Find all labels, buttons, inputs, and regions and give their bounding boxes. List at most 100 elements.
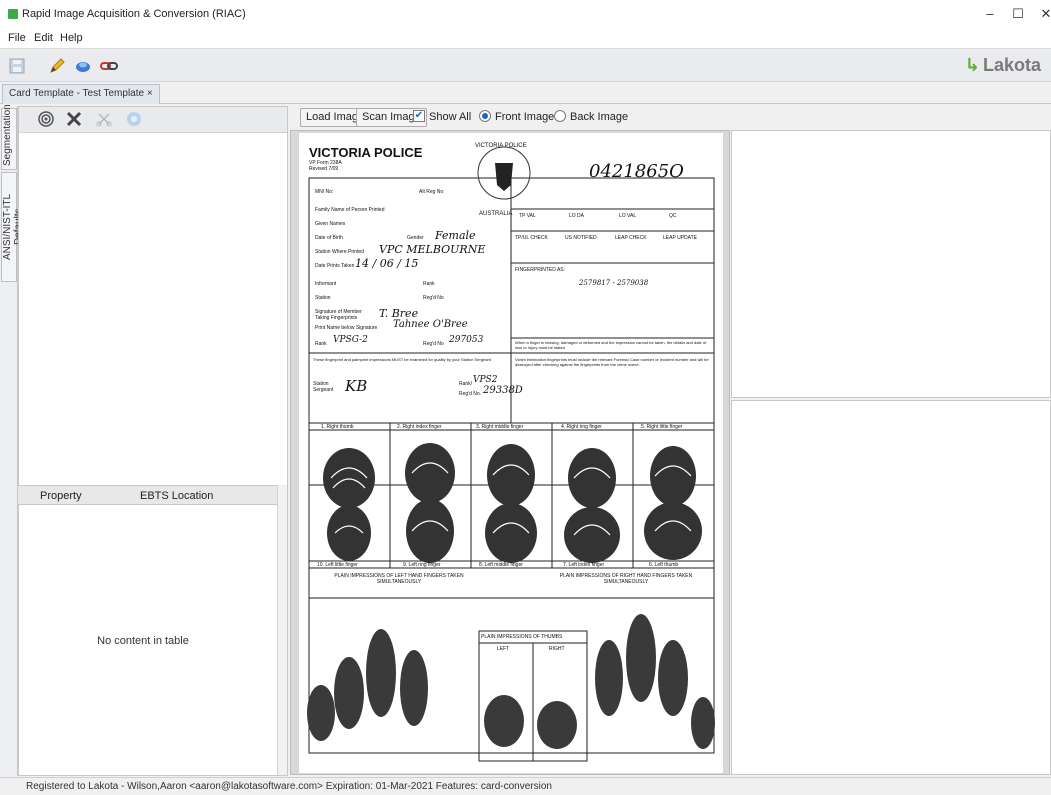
crossed-tools-icon[interactable] — [65, 110, 83, 131]
card-seal-bottom: AUSTRALIA — [479, 211, 513, 217]
card-fingerprinted-value: 2579817 - 2579038 — [579, 279, 649, 287]
save-icon[interactable] — [6, 55, 28, 77]
column-ebts-location[interactable]: EBTS Location — [140, 490, 213, 502]
column-property[interactable]: Property — [40, 490, 82, 502]
card-thumb-left: LEFT — [497, 646, 510, 652]
card-finger-label: 4. Right ring finger — [561, 424, 602, 430]
card-value-date: 14 / 06 / 15 — [355, 257, 419, 270]
card-check-lo-da: LO DA — [569, 213, 585, 219]
card-sergeant-reg-label: Reg'd No. — [459, 391, 482, 397]
window-title: Rapid Image Acquisition & Conversion (RI… — [22, 8, 246, 20]
vertical-scrollbar[interactable] — [277, 485, 287, 775]
card-check-tp-ul: TP/UL CHECK — [515, 235, 548, 241]
card-check-qc: QC — [669, 213, 677, 219]
minimize-button[interactable]: – — [978, 6, 1002, 21]
show-all-checkbox[interactable]: ✔ — [413, 110, 425, 122]
link-icon[interactable] — [98, 55, 120, 77]
card-fingerprinted-as: FINGERPRINTED AS: — [515, 267, 566, 273]
card-finger-label: 10. Left little finger — [317, 562, 358, 568]
card-field-gender: Gender — [407, 235, 424, 241]
app-icon — [8, 9, 18, 19]
status-bar: Registered to Lakota - Wilson,Aaron <aar… — [0, 777, 1051, 795]
card-field-regd-2: Reg'd No — [423, 341, 444, 347]
menu-file[interactable]: File — [8, 32, 26, 44]
settings-icon[interactable] — [125, 110, 143, 131]
preview-panel-bottom — [731, 400, 1051, 775]
front-image-label: Front Image — [495, 111, 555, 123]
card-field-informant: Informant — [315, 281, 337, 287]
preview-panel-top — [731, 130, 1051, 398]
card-field-alt-reg: Alt Reg No: — [419, 189, 445, 195]
card-field-station-printed: Station Where Printed — [315, 249, 364, 255]
card-handwritten-number: 0421865O — [589, 161, 684, 182]
card-finger-label: 7. Left index finger — [563, 562, 605, 568]
card-thumb-right: RIGHT — [549, 646, 565, 652]
menu-bar: File Edit Help — [0, 30, 1051, 48]
maximize-button[interactable]: ☐ — [1006, 6, 1030, 22]
card-field-print-name: Print Name below Signature — [315, 325, 378, 331]
pen-icon[interactable] — [46, 55, 68, 77]
tab-card-template[interactable]: Card Template - Test Template × — [2, 84, 160, 104]
property-table-header: Property EBTS Location — [18, 485, 286, 505]
show-all-label: Show All — [429, 111, 472, 123]
card-victim-note: Victim elimination fingerprints must inc… — [515, 357, 709, 367]
card-finger-label: 5. Right little finger — [641, 424, 683, 430]
fingerprint-card-image: VICTORIA POLICE VP Form 238A Revised 7/0… — [299, 133, 723, 773]
stamp-icon[interactable] — [72, 55, 94, 77]
tab-close-icon[interactable]: × — [147, 88, 153, 99]
card-field-station: Station — [315, 295, 331, 301]
card-value-regd: 297053 — [449, 335, 484, 345]
card-artwork — [307, 146, 715, 762]
menu-edit[interactable]: Edit — [34, 32, 53, 44]
card-check-leap-update: LEAP UPDATE — [663, 235, 697, 241]
card-plain-thumbs: PLAIN IMPRESSIONS OF THUMBS — [481, 634, 563, 640]
lakota-logo: ↳ Lakota — [964, 55, 1041, 75]
card-image-viewer[interactable]: VICTORIA POLICE VP Form 238A Revised 7/0… — [290, 130, 730, 775]
card-value-print-name: Tahnee O'Bree — [393, 319, 468, 330]
card-seal-top: VICTORIA POLICE — [475, 143, 527, 149]
card-sergeant-label: Station Sergeant — [313, 381, 334, 393]
fingerprint-icon[interactable] — [37, 110, 55, 131]
card-field-date-taken: Date Prints Taken — [315, 263, 355, 269]
main-toolbar: ↳ Lakota — [0, 48, 1051, 82]
side-tab-ansi-nist[interactable]: ANSI/NIST-ITL Defaults — [1, 172, 24, 282]
card-sergeant-rank: VPS2 — [473, 375, 498, 385]
card-finger-label: 8. Left middle finger — [479, 562, 523, 568]
card-field-family-name: Family Name of Person Printed — [315, 207, 385, 213]
card-check-leap-check: LEAP CHECK — [615, 235, 647, 241]
card-finger-label: 1. Right thumb — [321, 424, 354, 430]
image-toolbar: Load Image Scan Image ✔ Show All Front I… — [290, 106, 1051, 128]
card-finger-label: 3. Right middle finger — [476, 424, 524, 430]
back-image-label: Back Image — [570, 111, 629, 123]
title-bar: Rapid Image Acquisition & Conversion (RI… — [0, 0, 1051, 30]
card-field-given-names: Given Names — [315, 221, 346, 227]
card-sergeant-sig: KB — [345, 377, 368, 395]
card-verify-note: These fingerprint and palmprint impressi… — [313, 357, 492, 362]
card-value-gender: Female — [435, 229, 476, 242]
card-field-signature: Signature of Member Taking Fingerprints — [315, 309, 362, 321]
side-tab-strip: Segmentation ANSI/NIST-ITL Defaults — [0, 104, 24, 776]
card-value-station: VPC MELBOURNE — [379, 243, 486, 256]
scissors-icon[interactable] — [95, 110, 113, 131]
document-tab-strip: Card Template - Test Template × — [0, 82, 1051, 104]
card-check-lo-val: LO VAL — [619, 213, 637, 219]
card-revised: Revised 7/09 — [309, 166, 339, 172]
close-button[interactable]: ✕ — [1034, 6, 1051, 22]
empty-table-message: No content in table — [97, 635, 189, 647]
back-image-radio[interactable] — [554, 110, 566, 122]
menu-help[interactable]: Help — [60, 32, 83, 44]
status-text: Registered to Lakota - Wilson,Aaron <aar… — [26, 781, 552, 792]
card-finger-label: 2. Right index finger — [397, 424, 442, 430]
card-missing-note: When a finger is missing, damaged or def… — [515, 340, 707, 350]
front-image-radio[interactable] — [479, 110, 491, 122]
card-plain-right: PLAIN IMPRESSIONS OF RIGHT HAND FINGERS … — [559, 573, 693, 585]
card-check-tp-val: TP VAL — [519, 213, 536, 219]
card-finger-label: 6. Left thumb — [649, 562, 679, 568]
card-agency: VICTORIA POLICE — [309, 145, 423, 160]
card-finger-label: 9. Left ring finger — [403, 562, 441, 568]
card-field-dob: Date of Birth — [315, 235, 343, 241]
card-field-rank: Rank — [423, 281, 435, 287]
side-tab-segmentation[interactable]: Segmentation — [1, 104, 17, 170]
card-field-rank-2: Rank — [315, 341, 327, 347]
property-table: Property EBTS Location No content in tab… — [18, 485, 286, 775]
